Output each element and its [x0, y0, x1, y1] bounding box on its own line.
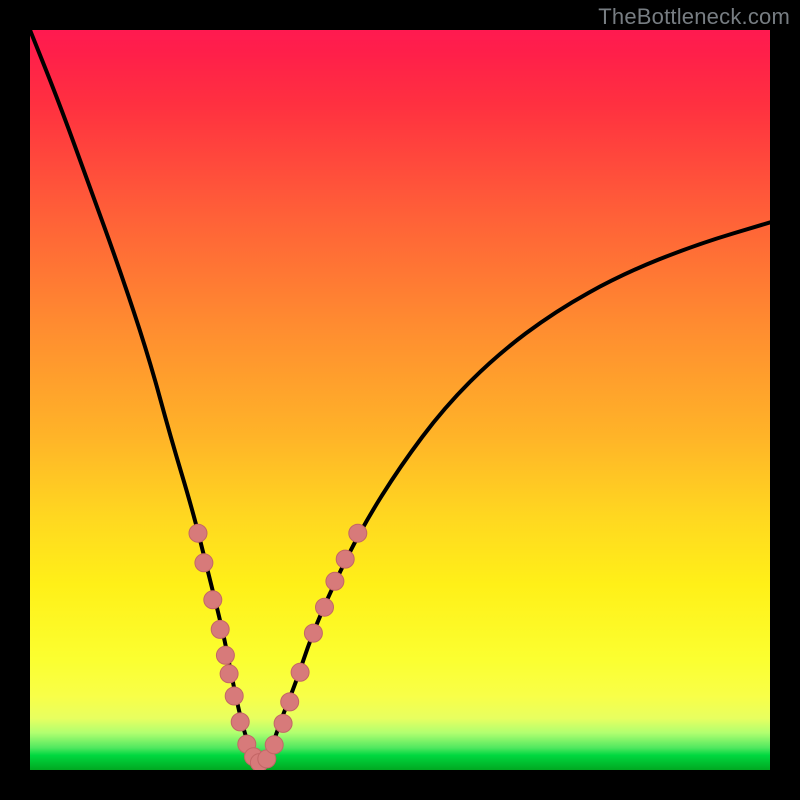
curve-marker [189, 524, 207, 542]
curve-marker [336, 550, 354, 568]
curve-marker [274, 714, 292, 732]
curve-marker [281, 693, 299, 711]
chart-svg [30, 30, 770, 770]
chart-frame: TheBottleneck.com [0, 0, 800, 800]
curve-marker [349, 524, 367, 542]
curve-marker [316, 598, 334, 616]
curve-marker [304, 624, 322, 642]
curve-marker [216, 646, 234, 664]
curve-marker [225, 687, 243, 705]
curve-marker [211, 620, 229, 638]
curve-marker [220, 665, 238, 683]
curve-marker [291, 663, 309, 681]
curve-marker [265, 736, 283, 754]
plot-area [30, 30, 770, 770]
bottleneck-curve [30, 30, 770, 761]
curve-marker [326, 572, 344, 590]
curve-marker [195, 554, 213, 572]
watermark-text: TheBottleneck.com [598, 4, 790, 30]
curve-marker [231, 713, 249, 731]
curve-marker [204, 591, 222, 609]
curve-group [30, 30, 770, 761]
